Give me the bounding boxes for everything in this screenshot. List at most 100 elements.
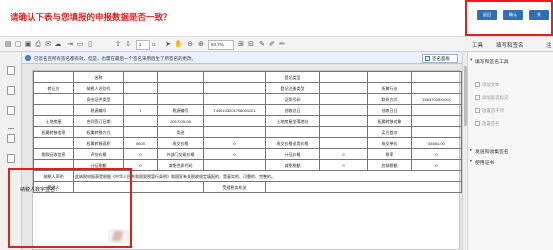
page-down-icon[interactable]: ⇩ xyxy=(124,41,132,49)
section-label: 使用证书 xyxy=(475,161,495,166)
table-cell xyxy=(411,82,462,94)
table-cell: 5600 xyxy=(123,137,158,149)
send-collect-header[interactable]: ▸ 发送和收集签名 xyxy=(468,148,553,155)
layers-icon[interactable] xyxy=(7,154,15,163)
signature-icon xyxy=(475,121,480,126)
table-cell: 创收日日 xyxy=(367,104,412,116)
table-cell: 用途 xyxy=(157,126,204,138)
draw-icon[interactable]: ✏ xyxy=(278,41,286,49)
table-cell xyxy=(157,82,204,94)
table-cell: 合同签订日期 xyxy=(73,115,124,127)
table-cell: 土地房屋坐落地址 xyxy=(265,115,320,127)
add-checkmark-item[interactable]: 添加复选标记 xyxy=(482,95,508,101)
page-number-input[interactable]: 1 xyxy=(136,40,150,50)
table-cell: 土地房屋 xyxy=(33,115,74,127)
table-cell xyxy=(319,137,368,149)
table-cell: 转让方 xyxy=(33,82,74,94)
table-cell: 15637039XXXX xyxy=(411,93,462,105)
place-initials-item[interactable]: 放置首字母 xyxy=(482,108,504,114)
table-cell: 所属行业 xyxy=(367,82,412,94)
table-cell: 名称 xyxy=(73,71,124,83)
place-signature-item[interactable]: 放置签名 xyxy=(482,121,500,127)
fill-sign-panel: ▾ 填写和签名工具 添加文本 添加复选标记 放置首字母 放置签名 ▸ 发送和收集… xyxy=(467,52,553,250)
table-cell xyxy=(157,71,204,83)
zoom-in-icon[interactable]: ⊕ xyxy=(197,41,205,49)
signature-panel-icon[interactable] xyxy=(7,134,15,143)
table-row: 转让方 纳税人识别号 登记注册类型 所属行业 xyxy=(33,82,462,94)
hand-icon[interactable]: ✋ xyxy=(174,41,183,49)
email-icon[interactable]: ✉ xyxy=(44,41,52,49)
table-cell: 权属转移对象 xyxy=(367,115,412,127)
print-icon[interactable]: ⎙ xyxy=(34,41,42,49)
table-cell: 2017-09-08 xyxy=(157,115,204,127)
signature-panel-button[interactable]: 签名面板 xyxy=(422,53,458,63)
page-thumbnails-icon[interactable] xyxy=(7,66,15,75)
add-text-item[interactable]: 添加文本 xyxy=(482,82,500,88)
table-cell: 计征价格 xyxy=(265,148,320,160)
fill-sign-tools-header[interactable]: ▾ 填写和签名工具 xyxy=(468,58,553,65)
table-cell: 0 xyxy=(123,148,158,160)
pdf-toolbar: ▤ ▢ ▣ ⎙ ✉ ☁ ⇥ ▭ ▯ ⇧ ⇩ 1 /1 ➤ ✋ ⊖ ⊕ 83.7%… xyxy=(0,36,553,52)
tab-fill-sign[interactable]: 填写和签名 xyxy=(496,41,524,49)
table-cell xyxy=(203,93,266,105)
table-cell xyxy=(203,71,266,83)
fit-page-icon[interactable]: ⊞ xyxy=(237,41,245,49)
table-cell xyxy=(265,126,320,138)
page-total: /1 xyxy=(152,42,156,47)
signature-panel-label: 签名面板 xyxy=(432,55,450,61)
highlight-icon[interactable]: ✐ xyxy=(268,41,276,49)
back-button[interactable]: 返回 xyxy=(477,10,497,20)
table-row: 税源编号 1 税源编号 T440103201708001021 创收总日 创收日日 xyxy=(33,104,462,116)
zoom-out-icon[interactable]: ⊖ xyxy=(186,41,194,49)
table-cell: 减免性质代码 xyxy=(157,159,204,171)
create-icon[interactable]: ▢ xyxy=(14,41,22,49)
zoom-select[interactable]: 83.7% xyxy=(208,40,234,50)
page-up-icon[interactable]: ⇧ xyxy=(114,41,122,49)
tab-tools[interactable]: 工具 xyxy=(472,41,483,49)
table-cell xyxy=(33,104,74,116)
document-icon[interactable]: ▯ xyxy=(86,41,94,49)
table-cell xyxy=(203,115,266,127)
confirm-button[interactable]: 确认 xyxy=(503,10,523,20)
open-folder-icon[interactable]: ▤ xyxy=(4,41,12,49)
table-cell: 身份证件类型 xyxy=(73,93,124,105)
table-cell xyxy=(319,126,368,138)
divider xyxy=(8,128,14,129)
table-cell xyxy=(319,93,368,105)
table-cell xyxy=(265,181,462,193)
table-cell xyxy=(123,126,158,138)
table-cell xyxy=(319,71,368,83)
chevron-right-icon: ▸ xyxy=(470,148,473,153)
table-cell xyxy=(203,159,266,171)
cloud-icon[interactable]: ☁ xyxy=(54,41,62,49)
signature-pen-icon xyxy=(425,55,430,61)
table-cell: 受理税务机关 xyxy=(203,181,266,193)
export-icon[interactable]: ⇥ xyxy=(66,41,74,49)
table-cell xyxy=(123,93,158,105)
save-icon[interactable]: ▣ xyxy=(24,41,32,49)
comment-icon[interactable]: ▭ xyxy=(76,41,84,49)
table-cell: 成交价格 xyxy=(157,137,204,149)
table-cell: 外部门交易价格 xyxy=(157,148,204,160)
table-cell: 权属转移方式 xyxy=(73,126,124,138)
top-bar: 请确认下表与您填报的申报数据是否一致？ 返回 确认 关 xyxy=(0,0,553,36)
section-label: 填写和签名工具 xyxy=(475,60,509,65)
bookmarks-icon[interactable] xyxy=(7,86,15,95)
table-cell: T440103201708001021 xyxy=(203,104,266,116)
table-cell xyxy=(367,71,412,83)
table-cell: 联系方式 xyxy=(367,93,412,105)
table-row: 名称 登记类型 xyxy=(33,71,462,83)
fit-width-icon[interactable]: ⊟ xyxy=(247,41,255,49)
use-certificate-header[interactable]: ▸ 使用证书 xyxy=(468,159,553,166)
section-label: 发送和收集签名 xyxy=(475,150,509,155)
tab-comment[interactable]: 注 xyxy=(546,41,552,49)
table-row: 土地房屋 合同签订日期 2017-09-08 土地房屋坐落地址 权属转移对象 xyxy=(33,115,462,127)
comment-bubble-icon[interactable]: ✎ xyxy=(258,41,266,49)
table-cell: 54654.00 xyxy=(411,137,462,149)
attachments-icon[interactable] xyxy=(7,106,15,115)
close-button[interactable]: 关 xyxy=(529,10,549,20)
table-row: 权属转移信息 权属转移方式 用途 买方首次 xyxy=(33,126,462,138)
select-arrow-icon[interactable]: ➤ xyxy=(164,41,172,49)
table-cell xyxy=(123,71,158,83)
table-cell xyxy=(411,115,462,127)
